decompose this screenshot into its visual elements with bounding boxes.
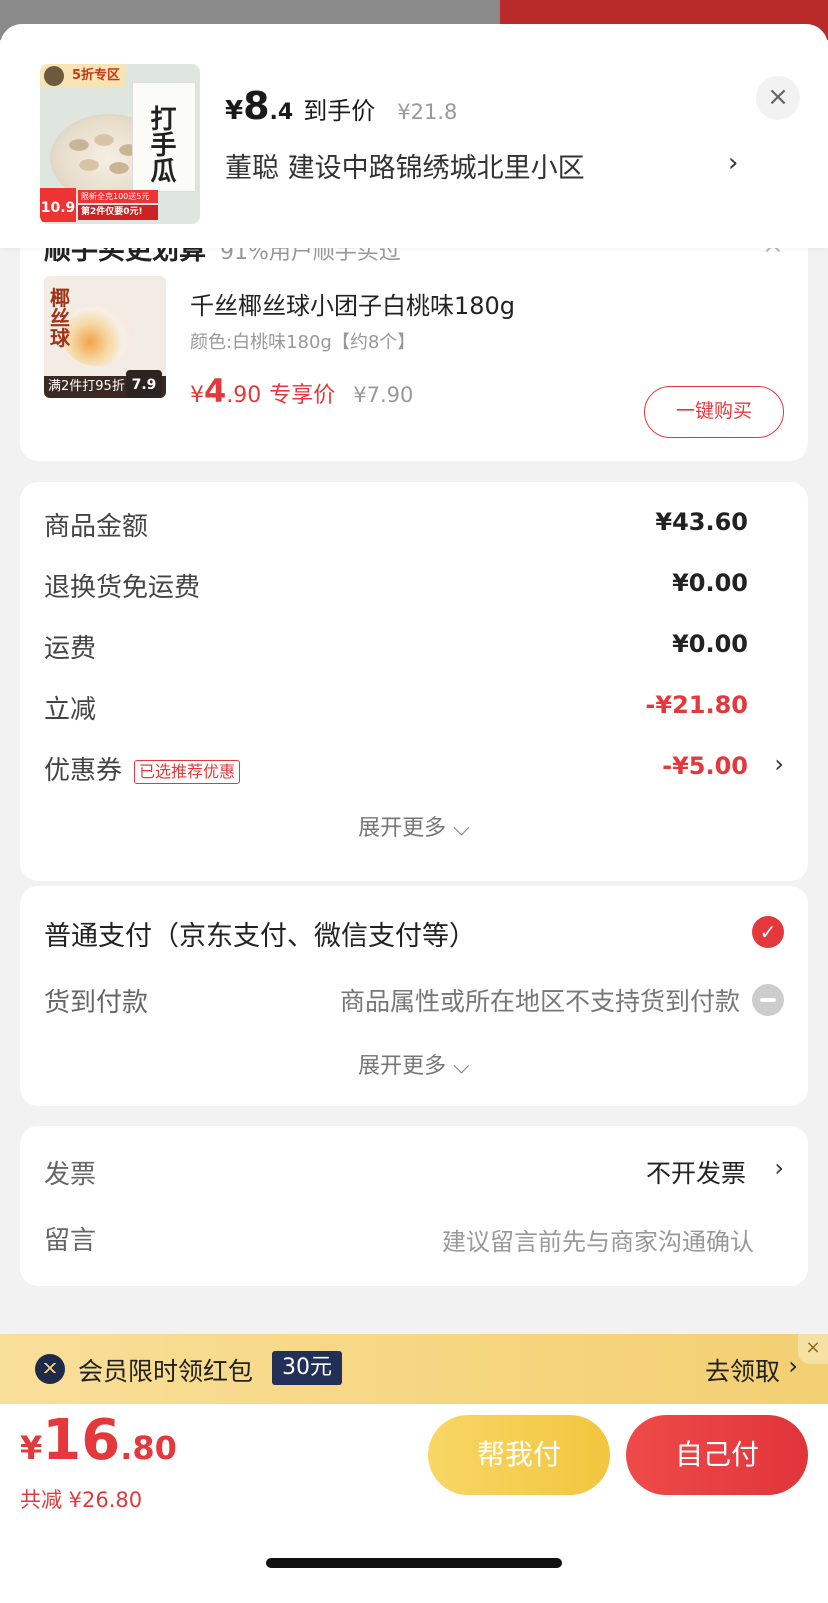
thumb-bag-text: 打手瓜: [146, 105, 176, 183]
amount-row-return-shipping: 退换货免运费 ¥0.00: [44, 567, 784, 607]
amount-value: -¥5.00: [662, 752, 748, 780]
total-integer: 16: [42, 1408, 121, 1473]
delivery-address[interactable]: 董聪 建设中路锦绣城北里小区: [225, 146, 585, 185]
recommend-product-image[interactable]: 椰丝球 满2件打95折 7.9: [44, 276, 166, 398]
checkout-bottom-bar: ¥ 16 .80 共减 ¥26.80 帮我付 自己付: [0, 1404, 828, 1603]
member-red-packet-amount: 30元: [272, 1351, 342, 1385]
thumb-promo-line-2: 第2件仅要0元!: [78, 205, 158, 220]
check-icon[interactable]: ✓: [752, 916, 784, 948]
message-input[interactable]: 建议留言前先与商家沟通确认: [442, 1222, 754, 1257]
member-red-packet-banner[interactable]: 会员限时领红包 30元 去领取 › ×: [0, 1334, 828, 1404]
payment-option-cod: 货到付款: [44, 988, 149, 1018]
cod-unavailable-note: 商品属性或所在地区不支持货到付款: [339, 987, 740, 1016]
claim-link[interactable]: 去领取: [705, 1352, 780, 1388]
product-thumbnail[interactable]: 打手瓜 5折专区 10.9 限新全克100送5元 第2件仅要0元!: [40, 64, 200, 224]
home-indicator[interactable]: [266, 1558, 562, 1568]
product-summary-header: 打手瓜 5折专区 10.9 限新全克100送5元 第2件仅要0元! ¥ 8 .4…: [0, 24, 828, 248]
invoice-card: 发票 不开发票 › 留言 建议留言前先与商家沟通确认: [20, 1126, 808, 1286]
expand-more-payment[interactable]: 展开更多 ⌵: [20, 1048, 808, 1080]
thumb-promo-tag: 5折专区: [40, 64, 127, 88]
recommend-product-spec: 颜色:白桃味180g【约8个】: [190, 332, 416, 353]
close-button[interactable]: ×: [756, 76, 800, 120]
payment-card: 普通支付（京东支付、微信支付等） ✓ 货到付款 商品属性或所在地区不支持货到付款…: [20, 886, 808, 1106]
amount-row-coupon[interactable]: 优惠券 已选推荐优惠 -¥5.00 ›: [44, 750, 784, 790]
amount-row-shipping: 运费 ¥0.00: [44, 628, 784, 668]
recommend-price-integer: 4: [204, 372, 227, 410]
coupon-label: 优惠券: [44, 756, 123, 786]
total-currency: ¥: [20, 1429, 43, 1467]
chevron-right-icon[interactable]: ›: [774, 750, 784, 778]
recommend-original-price: ¥7.90: [353, 383, 414, 407]
invoice-value[interactable]: 不开发票: [646, 1154, 746, 1190]
expand-more-amounts[interactable]: 展开更多 ⌵: [20, 810, 808, 842]
invoice-label: 发票: [44, 1160, 97, 1190]
coupon-recommended-tag: 已选推荐优惠: [134, 759, 241, 784]
close-icon[interactable]: ×: [798, 1334, 828, 1364]
amount-label: 退换货免运费: [44, 573, 201, 603]
final-price-decimal: .4: [269, 100, 294, 125]
recommend-price: ¥ 4 .90 专享价 ¥7.90: [190, 372, 413, 410]
total-decimal: .80: [120, 1429, 177, 1467]
final-price: ¥ 8 .4 到手价 ¥21.8: [225, 84, 457, 134]
recommend-product-title[interactable]: 千丝椰丝球小团子白桃味180g: [190, 286, 515, 321]
total-price: ¥ 16 .80: [20, 1408, 177, 1473]
amount-card: 商品金额 ¥43.60 退换货免运费 ¥0.00 运费 ¥0.00 立减 -¥2…: [20, 482, 808, 881]
recommend-badge-price: 7.9: [126, 370, 162, 398]
checkout-sheet: 打手瓜 5折专区 10.9 限新全克100送5元 第2件仅要0元! ¥ 8 .4…: [0, 24, 828, 1603]
thumb-price-value: 10.9: [40, 188, 76, 222]
message-label: 留言: [44, 1226, 97, 1256]
final-price-integer: 8: [243, 84, 270, 128]
amount-label: 商品金额: [44, 512, 149, 542]
recommend-image-text: 椰丝球: [50, 286, 70, 350]
chevron-right-icon[interactable]: ›: [774, 1154, 784, 1182]
recommend-price-label: 专享价: [269, 383, 336, 408]
crown-icon: [35, 1354, 65, 1384]
amount-row-goods: 商品金额 ¥43.60: [44, 506, 784, 546]
recommend-badge-text: 满2件打95折: [48, 379, 125, 394]
recommend-price-decimal: .90: [226, 383, 262, 408]
amount-label: 立减: [44, 695, 97, 725]
thumb-promo-line-1: 限新全克100送5元: [78, 190, 158, 203]
amount-label: 运费: [44, 634, 97, 664]
one-click-buy-button[interactable]: 一键购买: [644, 386, 784, 438]
amount-value: -¥21.80: [645, 691, 748, 719]
original-price: ¥21.8: [397, 100, 458, 124]
thumb-price-badge: 10.9 限新全克100送5元 第2件仅要0元!: [40, 188, 200, 222]
help-me-pay-button[interactable]: 帮我付: [428, 1415, 610, 1495]
amount-row-discount: 立减 -¥21.80: [44, 689, 784, 729]
amount-value: ¥0.00: [672, 630, 748, 658]
chevron-right-icon[interactable]: ›: [788, 1352, 798, 1380]
recommend-price-currency: ¥: [190, 383, 204, 408]
payment-option-normal[interactable]: 普通支付（京东支付、微信支付等）: [44, 914, 476, 953]
amount-value: ¥43.60: [655, 508, 748, 536]
chevron-right-icon[interactable]: ›: [728, 148, 738, 178]
disabled-icon: [752, 984, 784, 1016]
amount-label: 优惠券 已选推荐优惠: [44, 750, 241, 787]
total-saved: 共减 ¥26.80: [20, 1488, 143, 1512]
amount-value: ¥0.00: [672, 569, 748, 597]
member-banner-text: 会员限时领红包: [78, 1357, 254, 1386]
final-price-currency: ¥: [225, 96, 244, 126]
recommend-image-badge: 满2件打95折 7.9: [44, 370, 166, 398]
thumb-bag-image: 打手瓜: [132, 82, 196, 192]
pay-myself-button[interactable]: 自己付: [626, 1415, 808, 1495]
final-price-label: 到手价: [303, 97, 376, 125]
